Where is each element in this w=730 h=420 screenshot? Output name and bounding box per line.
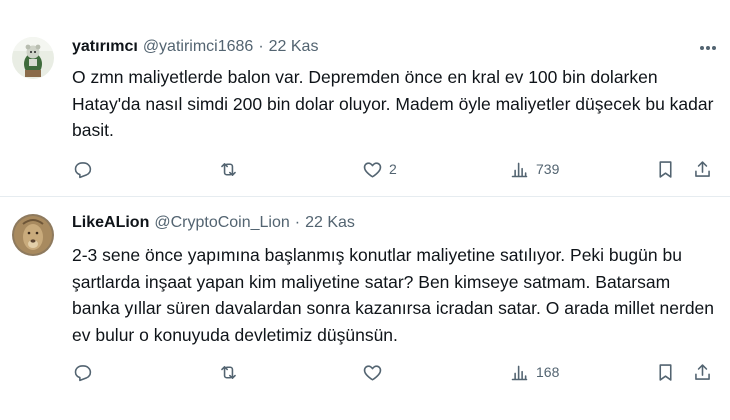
tweet-header: yatırımcı @yatirimci1686 · 22 Kas xyxy=(72,35,318,59)
tweet-header: LikeALion @CryptoCoin_Lion · 22 Kas xyxy=(72,211,355,235)
views-icon xyxy=(511,162,528,177)
view-count: 168 xyxy=(536,364,560,380)
display-name[interactable]: yatırımcı xyxy=(72,38,138,56)
tweet: LikeALion @CryptoCoin_Lion · 22 Kas 2-3 … xyxy=(0,198,730,420)
bookmark-button[interactable] xyxy=(655,361,676,383)
like-button[interactable]: 2 xyxy=(362,158,397,180)
views-button[interactable]: 739 xyxy=(509,158,559,180)
like-icon xyxy=(363,161,382,178)
reply-button[interactable] xyxy=(72,158,99,180)
bookmark-icon xyxy=(659,160,672,178)
bookmark-icon xyxy=(659,363,672,381)
retweet-icon xyxy=(221,365,236,379)
reply-button[interactable] xyxy=(72,361,99,383)
timestamp[interactable]: 22 Kas xyxy=(269,38,319,56)
separator-dot: · xyxy=(258,38,264,55)
username[interactable]: @CryptoCoin_Lion xyxy=(154,214,289,232)
lion-avatar-icon[interactable] xyxy=(12,214,54,256)
timestamp[interactable]: 22 Kas xyxy=(305,214,355,232)
reply-icon xyxy=(74,161,92,178)
reply-icon xyxy=(74,364,92,381)
more-icon[interactable] xyxy=(700,40,716,56)
display-name[interactable]: LikeALion xyxy=(72,214,149,232)
views-icon xyxy=(511,365,528,380)
username[interactable]: @yatirimci1686 xyxy=(143,38,254,56)
views-button[interactable]: 168 xyxy=(509,361,559,383)
tweet-text: O zmn maliyetlerde balon var. Depremden … xyxy=(72,67,714,140)
share-button[interactable] xyxy=(692,361,713,383)
like-count: 2 xyxy=(389,161,397,177)
like-icon xyxy=(363,364,382,381)
action-bar: 2 739 xyxy=(72,158,717,180)
tweet: yatırımcı @yatirimci1686 · 22 Kas O zmn … xyxy=(0,0,730,197)
separator-dot: · xyxy=(294,214,301,231)
share-button[interactable] xyxy=(692,158,713,180)
retweet-button[interactable] xyxy=(218,361,245,383)
share-icon xyxy=(695,363,710,380)
bear-avatar-icon[interactable] xyxy=(12,37,54,79)
retweet-icon xyxy=(221,162,236,176)
tweet-text: 2-3 sene önce yapımına başlanmış konutla… xyxy=(72,245,715,345)
bookmark-button[interactable] xyxy=(655,158,676,180)
retweet-button[interactable] xyxy=(218,158,245,180)
like-button[interactable] xyxy=(362,361,389,383)
view-count: 739 xyxy=(536,161,560,177)
action-bar: 168 xyxy=(72,361,717,383)
share-icon xyxy=(695,160,710,177)
